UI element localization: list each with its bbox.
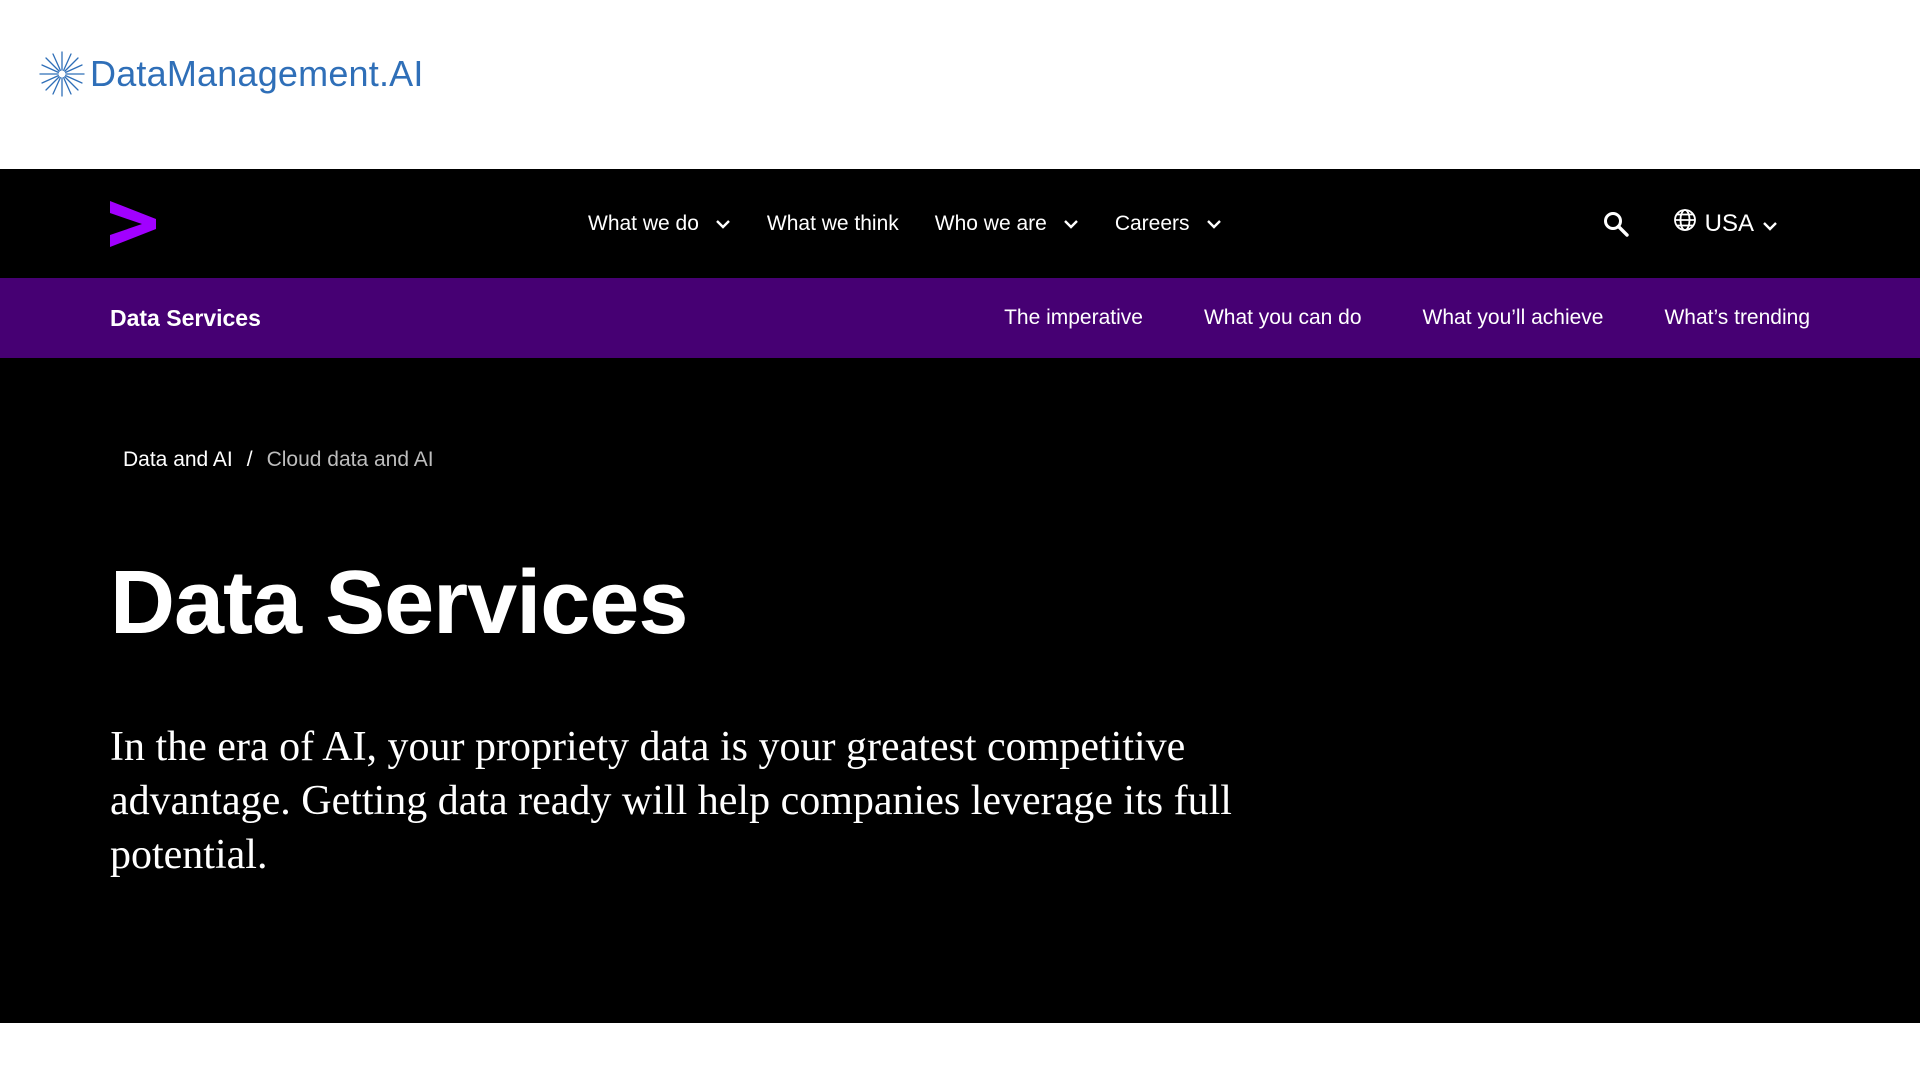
locale-selector[interactable]: USA [1673,208,1778,239]
chevron-down-icon [1063,219,1079,229]
globe-icon [1673,208,1697,239]
breadcrumb-current: Cloud data and AI [266,448,434,471]
starburst-icon [38,50,86,98]
site-logo-icon[interactable] [108,199,158,249]
hero-section: Data and AI / Cloud data and AI Data Ser… [0,358,1920,1023]
sub-nav-link-what-youll-achieve[interactable]: What you’ll achieve [1423,306,1604,330]
search-icon[interactable] [1603,211,1629,237]
breadcrumb-separator: / [246,448,253,471]
brand-banner: DataManagement.AI [0,0,1920,169]
nav-item-label: What we think [766,211,899,235]
locale-label: USA [1704,209,1754,237]
nav-item-who-we-are[interactable]: Who we are [935,212,1079,236]
global-nav: What we do What we think Who we are Care… [0,169,1920,278]
section-sub-nav: Data Services The imperative What you ca… [0,278,1920,358]
chevron-down-icon [1762,210,1778,238]
nav-item-label: What we do [588,211,699,235]
nav-utilities: USA [1603,169,1778,278]
breadcrumb-link-data-and-ai[interactable]: Data and AI [123,448,233,472]
chevron-down-icon [715,219,731,229]
hero-description: In the era of AI, your propriety data is… [110,724,1232,878]
sub-nav-link-the-imperative[interactable]: The imperative [1004,306,1143,330]
breadcrumb: Data and AI / Cloud data and AI [123,448,434,472]
sub-nav-link-whats-trending[interactable]: What’s trending [1664,306,1810,330]
nav-item-careers[interactable]: Careers [1115,212,1222,236]
sub-nav-link-what-you-can-do[interactable]: What you can do [1204,306,1362,330]
nav-item-what-we-do[interactable]: What we do [588,212,731,236]
brand-name: DataManagement.AI [90,53,424,94]
nav-item-label: Careers [1114,211,1190,235]
page-body-start [0,1023,1920,1080]
sub-nav-links: The imperative What you can do What you’… [943,278,1810,358]
chevron-down-icon [1206,219,1222,229]
nav-item-label: Who we are [934,211,1047,235]
page-title: Data Services [110,553,688,653]
main-menu: What we do What we think Who we are Care… [588,169,1258,278]
sub-nav-title[interactable]: Data Services [110,278,261,358]
nav-item-what-we-think[interactable]: What we think [767,212,899,236]
brand-logo[interactable]: DataManagement.AI [38,50,424,98]
